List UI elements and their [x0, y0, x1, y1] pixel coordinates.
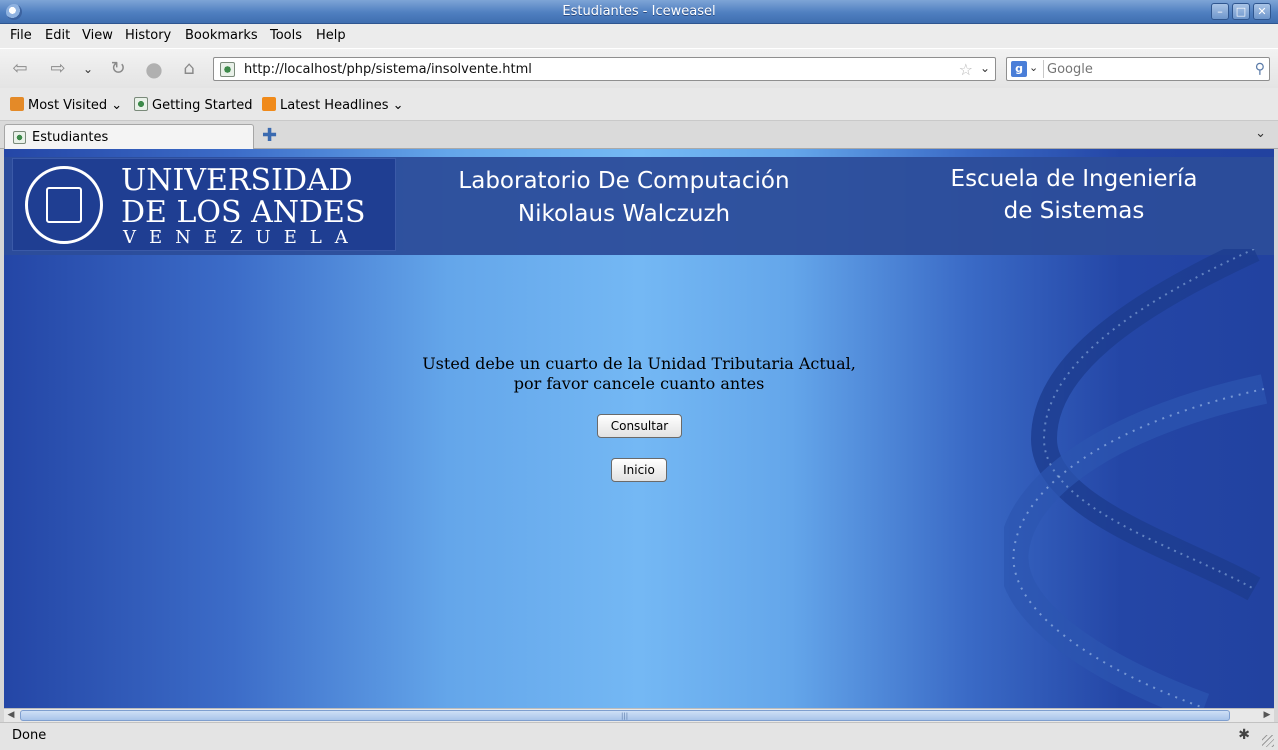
navigation-toolbar: ⇦ ⇨ ⌄ ↻ ● ⌂ http://localhost/php/sistema… [0, 48, 1278, 88]
bookmark-most-visited[interactable]: Most Visited ⌄ [10, 97, 122, 113]
tab-page-icon [13, 131, 26, 144]
tab-label: Estudiantes [32, 130, 109, 145]
search-bar[interactable]: g ⌄ ⚲ [1006, 57, 1270, 81]
back-arrow-icon[interactable]: ⇦ [8, 58, 32, 80]
logo-line-2: DE LOS ANDES [121, 195, 366, 230]
url-text[interactable]: http://localhost/php/sistema/insolvente.… [244, 62, 532, 77]
url-dropdown-icon[interactable]: ⌄ [980, 61, 990, 75]
minimize-button[interactable]: – [1211, 3, 1229, 20]
bookmark-latest-headlines[interactable]: Latest Headlines ⌄ [262, 97, 404, 113]
debt-message-line-1: Usted debe un cuarto de la Unidad Tribut… [422, 354, 856, 373]
site-identity-icon[interactable] [220, 62, 235, 77]
rss-feed-icon [262, 97, 276, 111]
bookmark-label: Latest Headlines [280, 98, 389, 113]
menu-edit[interactable]: Edit [45, 28, 70, 43]
lab-title-line-2: Nikolaus Walczuzh [517, 201, 731, 227]
debt-message: Usted debe un cuarto de la Unidad Tribut… [4, 354, 1274, 394]
search-separator [1043, 60, 1044, 78]
logo-line-1: UNIVERSIDAD [121, 163, 353, 198]
menu-tools[interactable]: Tools [270, 28, 302, 43]
school-title: Escuela de Ingeniería de Sistemas [884, 163, 1264, 227]
horizontal-scrollbar[interactable]: ◀ ||| ▶ [4, 708, 1274, 722]
bookmark-star-icon[interactable]: ☆ [959, 60, 973, 79]
chevron-down-icon: ⌄ [388, 98, 404, 113]
home-icon[interactable]: ⌂ [177, 58, 201, 80]
school-title-line-1: Escuela de Ingeniería [950, 166, 1198, 192]
new-tab-icon[interactable]: ✚ [262, 125, 277, 146]
page-icon [134, 97, 148, 111]
engine-dropdown-icon[interactable]: ⌄ [1029, 61, 1038, 74]
scroll-grip-icon: ||| [621, 712, 629, 720]
logo-line-3: VENEZUELA [123, 227, 361, 248]
school-title-line-2: de Sistemas [1003, 198, 1145, 224]
debug-bug-icon[interactable]: ✱ [1238, 727, 1250, 743]
tab-estudiantes[interactable]: Estudiantes [4, 124, 254, 150]
stop-icon[interactable]: ● [142, 58, 166, 80]
bookmark-label: Most Visited [28, 98, 108, 113]
resize-grip-icon[interactable] [1262, 735, 1274, 747]
inicio-button[interactable]: Inicio [611, 458, 667, 482]
page-content: UNIVERSIDAD DE LOS ANDES VENEZUELA Labor… [4, 149, 1274, 708]
history-dropdown-icon[interactable]: ⌄ [76, 58, 100, 80]
lab-title: Laboratorio De Computación Nikolaus Walc… [404, 165, 844, 231]
forward-arrow-icon[interactable]: ⇨ [46, 58, 70, 80]
scroll-left-icon[interactable]: ◀ [4, 709, 18, 722]
bookmarks-toolbar: Most Visited ⌄ Getting Started Latest He… [0, 88, 1278, 121]
most-visited-icon [10, 97, 24, 111]
menu-file[interactable]: File [10, 28, 32, 43]
search-icon[interactable]: ⚲ [1255, 61, 1265, 77]
menu-bookmarks[interactable]: Bookmarks [185, 28, 258, 43]
lab-title-line-1: Laboratorio De Computación [458, 168, 790, 194]
seal-book-icon [46, 187, 82, 223]
university-seal-icon [25, 166, 103, 244]
university-logo: UNIVERSIDAD DE LOS ANDES VENEZUELA [12, 158, 396, 251]
menu-help[interactable]: Help [316, 28, 346, 43]
menu-bar: File Edit View History Bookmarks Tools H… [0, 24, 1278, 48]
close-button[interactable]: ✕ [1253, 3, 1271, 20]
status-text: Done [12, 728, 47, 743]
status-bar: Done ✱ [0, 722, 1278, 750]
url-bar[interactable]: http://localhost/php/sistema/insolvente.… [213, 57, 996, 81]
search-input[interactable] [1047, 60, 1247, 78]
maximize-button[interactable]: □ [1232, 3, 1250, 20]
tab-list-chevron-icon[interactable]: ⌄ [1255, 126, 1266, 141]
tab-strip: Estudiantes ✚ ⌄ [0, 121, 1278, 150]
scrollbar-thumb[interactable]: ||| [20, 710, 1230, 721]
reload-icon[interactable]: ↻ [106, 58, 130, 80]
consultar-button[interactable]: Consultar [597, 414, 682, 438]
debt-message-line-2: por favor cancele cuanto antes [513, 374, 765, 393]
dna-helix-decoration [1004, 249, 1268, 708]
window-titlebar: Estudiantes - Iceweasel – □ ✕ [0, 0, 1278, 24]
window-title: Estudiantes - Iceweasel [562, 4, 716, 19]
bookmark-getting-started[interactable]: Getting Started [134, 97, 253, 113]
menu-view[interactable]: View [82, 28, 113, 43]
bookmark-label: Getting Started [152, 98, 253, 113]
chevron-down-icon: ⌄ [107, 98, 123, 113]
menu-history[interactable]: History [125, 28, 171, 43]
scroll-right-icon[interactable]: ▶ [1260, 709, 1274, 722]
google-engine-icon[interactable]: g [1011, 61, 1027, 77]
